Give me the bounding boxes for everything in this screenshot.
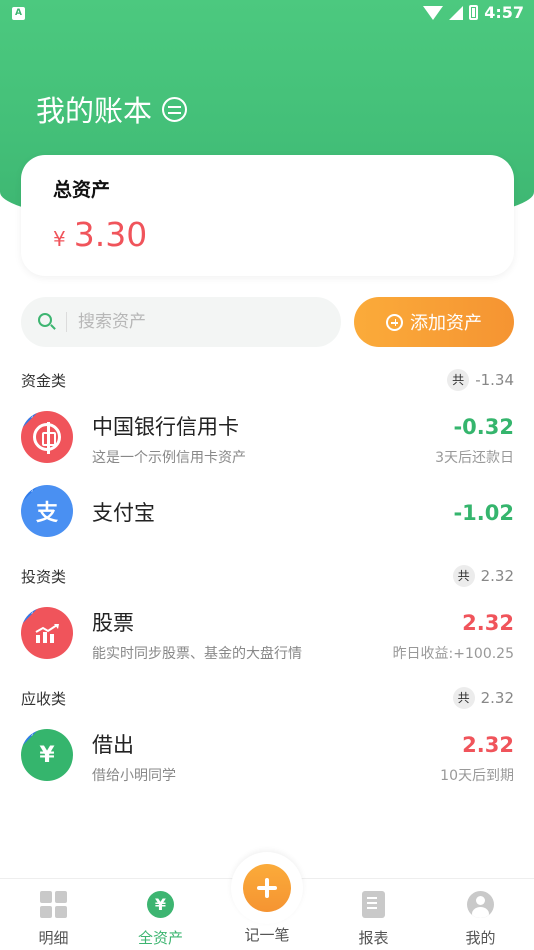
asset-note: 昨日收益:+100.25 xyxy=(392,646,514,662)
record-button[interactable] xyxy=(231,852,303,924)
switch-icon xyxy=(162,96,188,122)
asset-subtitle: 这是一个示例信用卡资产 xyxy=(92,450,246,466)
user-icon xyxy=(467,891,494,918)
notification-app-icon: A xyxy=(12,7,25,20)
total-assets-label: 总资产 xyxy=(53,179,111,201)
asset-note: 10天后到期 xyxy=(440,768,514,784)
asset-value: 2.32 xyxy=(462,611,514,635)
search-divider xyxy=(66,312,67,332)
status-icons: 4:57 xyxy=(423,3,524,22)
section-total-value: 2.32 xyxy=(480,689,514,707)
asset-item-boc-credit-card[interactable]: 示例 中国银行信用卡 这是一个示例信用卡资产 -0.32 3天后还款日 xyxy=(21,411,514,467)
section-title: 应收类 xyxy=(21,690,67,708)
asset-value: 2.32 xyxy=(462,733,514,757)
total-assets-amount: 3.30 xyxy=(73,215,148,254)
grid-icon xyxy=(40,891,67,918)
section-header-investments: 投资类 共 2.32 xyxy=(21,565,514,589)
currency-symbol: ¥ xyxy=(53,227,66,251)
lend-money-icon: ¥ 示例 xyxy=(21,729,73,781)
asset-name: 中国银行信用卡 xyxy=(92,415,239,439)
asset-value: -0.32 xyxy=(453,415,514,439)
asset-subtitle: 借给小明同学 xyxy=(92,768,176,784)
nav-details[interactable]: 明细 xyxy=(0,879,107,950)
signal-icon xyxy=(449,5,464,20)
section-title: 投资类 xyxy=(21,568,67,586)
asset-name: 股票 xyxy=(92,611,134,635)
nav-label: 全资产 xyxy=(137,929,183,947)
asset-item-lend[interactable]: ¥ 示例 借出 借给小明同学 2.32 10天后到期 xyxy=(21,729,514,785)
section-total: 共 2.32 xyxy=(452,687,514,709)
add-asset-label: 添加资产 xyxy=(410,313,482,334)
section-total: 共 -1.34 xyxy=(447,369,514,391)
search-input[interactable] xyxy=(78,307,328,337)
nav-label: 我的 xyxy=(465,929,496,947)
report-icon xyxy=(362,891,385,918)
nav-mine[interactable]: 我的 xyxy=(427,879,534,950)
nav-label: 报表 xyxy=(358,929,389,947)
page-title: 我的账本 xyxy=(36,94,153,128)
plus-icon xyxy=(243,864,291,912)
section-header-receivables: 应收类 共 2.32 xyxy=(21,687,514,711)
section-header-funds: 资金类 共 -1.34 xyxy=(21,369,514,393)
asset-item-alipay[interactable]: 支 示例 支付宝 -1.02 xyxy=(21,485,514,541)
total-assets-card: 总资产 ¥ 3.30 xyxy=(21,155,514,276)
alipay-icon: 支 示例 xyxy=(21,485,73,537)
section-title: 资金类 xyxy=(21,372,67,390)
search-icon xyxy=(38,313,52,327)
plus-circle-icon xyxy=(386,313,403,331)
book-switcher[interactable]: 我的账本 xyxy=(36,88,188,130)
section-total-value: 2.32 xyxy=(480,567,514,585)
bank-of-china-icon: 示例 xyxy=(21,411,73,463)
search-bar[interactable] xyxy=(21,297,341,347)
total-assets-value: ¥ 3.30 xyxy=(53,215,147,254)
asset-subtitle: 能实时同步股票、基金的大盘行情 xyxy=(92,646,302,662)
asset-value: -1.02 xyxy=(453,501,514,525)
asset-name: 支付宝 xyxy=(92,501,155,525)
section-total: 共 2.32 xyxy=(452,565,514,587)
total-badge: 共 xyxy=(452,687,475,709)
nav-all-assets[interactable]: ¥ 全资产 xyxy=(107,879,214,950)
stock-chart-icon: 示例 xyxy=(21,607,73,659)
status-time: 4:57 xyxy=(484,3,524,22)
add-asset-button[interactable]: 添加资产 xyxy=(354,297,514,347)
battery-icon xyxy=(469,5,479,20)
status-bar: A 4:57 xyxy=(0,0,534,28)
asset-note: 3天后还款日 xyxy=(435,450,514,466)
asset-name: 借出 xyxy=(92,733,134,757)
wifi-icon xyxy=(423,5,444,20)
nav-reports[interactable]: 报表 xyxy=(320,879,427,950)
nav-label: 明细 xyxy=(38,929,69,947)
yuan-icon: ¥ xyxy=(147,891,174,918)
record-label: 记一笔 xyxy=(244,926,290,944)
stock-bars-icon xyxy=(35,624,59,643)
total-badge: 共 xyxy=(447,369,470,391)
total-badge: 共 xyxy=(452,565,475,587)
section-total-value: -1.34 xyxy=(475,371,514,389)
asset-item-stocks[interactable]: 示例 股票 能实时同步股票、基金的大盘行情 2.32 昨日收益:+100.25 xyxy=(21,607,514,663)
